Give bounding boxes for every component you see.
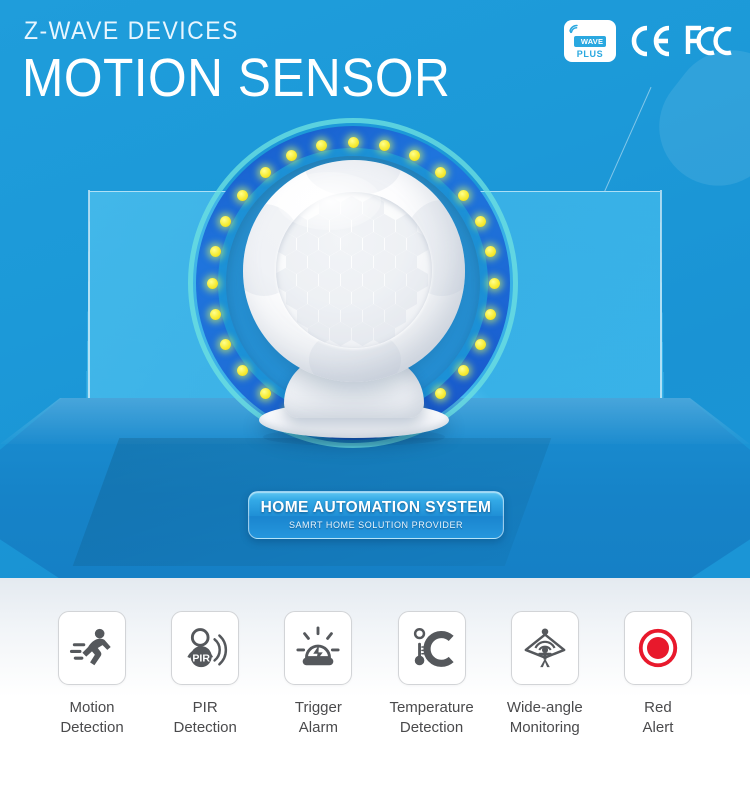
feature-icon-box (58, 611, 126, 685)
feature-trigger-alarm[interactable]: Trigger Alarm (268, 611, 368, 739)
svg-text:PIR: PIR (193, 652, 211, 664)
pir-person-waves-icon: PIR (187, 628, 228, 668)
feature-label: PIR Detection (173, 699, 237, 737)
feature-icon-box (510, 611, 579, 685)
features-section: Motion Detection PIR PIR Detection Trigg… (0, 578, 750, 794)
zwave-z-mark: Z (565, 20, 570, 29)
zwave-plus-text: PLUS (576, 49, 604, 59)
wide-angle-person-icon (524, 628, 566, 668)
feature-icon-box (623, 611, 692, 685)
page-title: MOTION SENSOR (22, 48, 451, 108)
callout-subtitle: SAMRT HOME SOLUTION PROVIDER (288, 519, 464, 530)
led-dot (347, 136, 359, 148)
zwave-wordmark: WAVE Z (565, 20, 607, 47)
feature-icon-box: PIR (171, 611, 240, 685)
thermometer-celsius-icon (413, 627, 454, 667)
certification-badges: WAVE Z PLUS (564, 20, 734, 62)
led-dot (484, 308, 496, 320)
led-dot (210, 308, 222, 320)
led-dot (259, 387, 271, 399)
feature-icon-box (397, 611, 466, 685)
product-banner: HOME AUTOMATION SYSTEM SAMRT HOME SOLUTI… (0, 0, 750, 794)
running-person-icon (69, 628, 111, 666)
features-row: Motion Detection PIR PIR Detection Trigg… (0, 578, 750, 739)
led-dot (206, 277, 218, 289)
feature-temperature-detection[interactable]: Temperature Detection (382, 611, 482, 739)
zwave-word: WAVE (573, 36, 607, 47)
product-highlight (277, 172, 381, 230)
feature-label: Temperature Detection (389, 699, 474, 737)
feature-label: Wide-angle Monitoring (506, 699, 583, 737)
feature-motion-detection[interactable]: Motion Detection (42, 611, 142, 739)
feature-label: Motion Detection (60, 699, 124, 737)
alarm-siren-icon (296, 626, 340, 666)
led-dot (378, 140, 390, 152)
ce-mark-icon (631, 25, 670, 57)
feature-label: Trigger Alarm (294, 699, 342, 737)
led-dot (474, 216, 486, 228)
product-sphere (243, 160, 465, 382)
feature-icon-box (284, 611, 353, 685)
feature-pir-detection[interactable]: PIR PIR Detection (155, 611, 255, 739)
led-dot (474, 338, 486, 350)
eyebrow-text: Z-WAVE DEVICES (24, 17, 239, 45)
fcc-mark-icon (685, 25, 732, 56)
zwave-signal-icon (569, 24, 578, 34)
backdrop-edge-right (660, 190, 662, 402)
hero-section: HOME AUTOMATION SYSTEM SAMRT HOME SOLUTI… (0, 0, 750, 578)
backdrop-edge-left (88, 190, 90, 402)
led-dot (484, 246, 496, 258)
home-automation-callout[interactable]: HOME AUTOMATION SYSTEM SAMRT HOME SOLUTI… (248, 491, 504, 539)
red-alert-circle-icon (638, 628, 678, 668)
led-dot (488, 277, 500, 289)
zwave-plus-badge: WAVE Z PLUS (564, 20, 616, 62)
feature-label: Red Alert (642, 699, 674, 737)
motion-sensor-product (243, 160, 465, 446)
feature-red-alert[interactable]: Red Alert (608, 611, 708, 739)
callout-title: HOME AUTOMATION SYSTEM (260, 499, 492, 517)
feature-wide-angle-monitoring[interactable]: Wide-angle Monitoring (495, 611, 595, 739)
